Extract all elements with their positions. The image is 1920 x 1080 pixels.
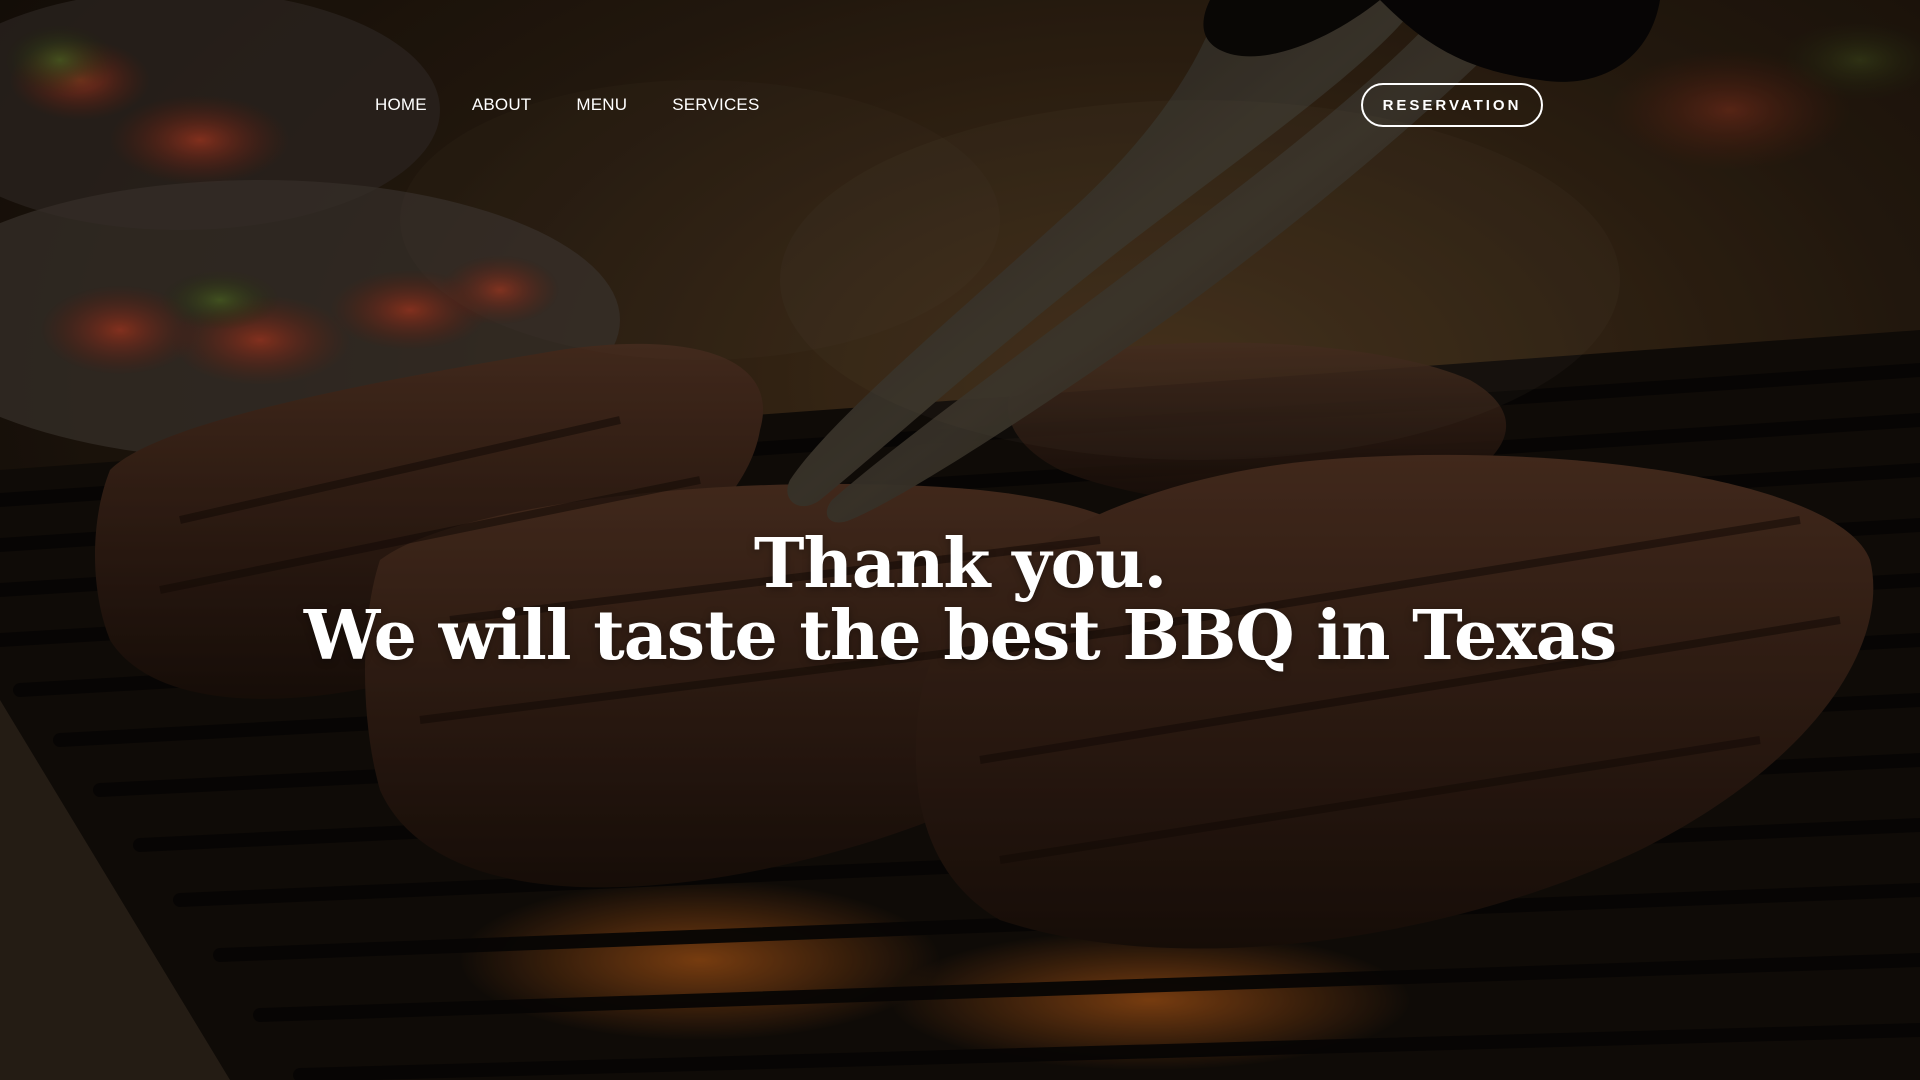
nav-menu-link[interactable]: MENU <box>576 93 627 117</box>
nav-home-link[interactable]: HOME <box>375 93 427 117</box>
hero-section: HOME ABOUT MENU SERVICES RESERVATION Tha… <box>0 0 1920 1080</box>
main-nav: HOME ABOUT MENU SERVICES <box>375 93 805 117</box>
nav-about-link[interactable]: ABOUT <box>472 93 532 117</box>
reservation-button[interactable]: RESERVATION <box>1361 83 1543 127</box>
hero-line-tagline: We will taste the best BBQ in Texas <box>303 596 1617 676</box>
hero-line-thank-you: Thank you. <box>753 524 1167 604</box>
hero-headline: Thank you. We will taste the best BBQ in… <box>0 528 1920 672</box>
nav-services-link[interactable]: SERVICES <box>672 93 759 117</box>
